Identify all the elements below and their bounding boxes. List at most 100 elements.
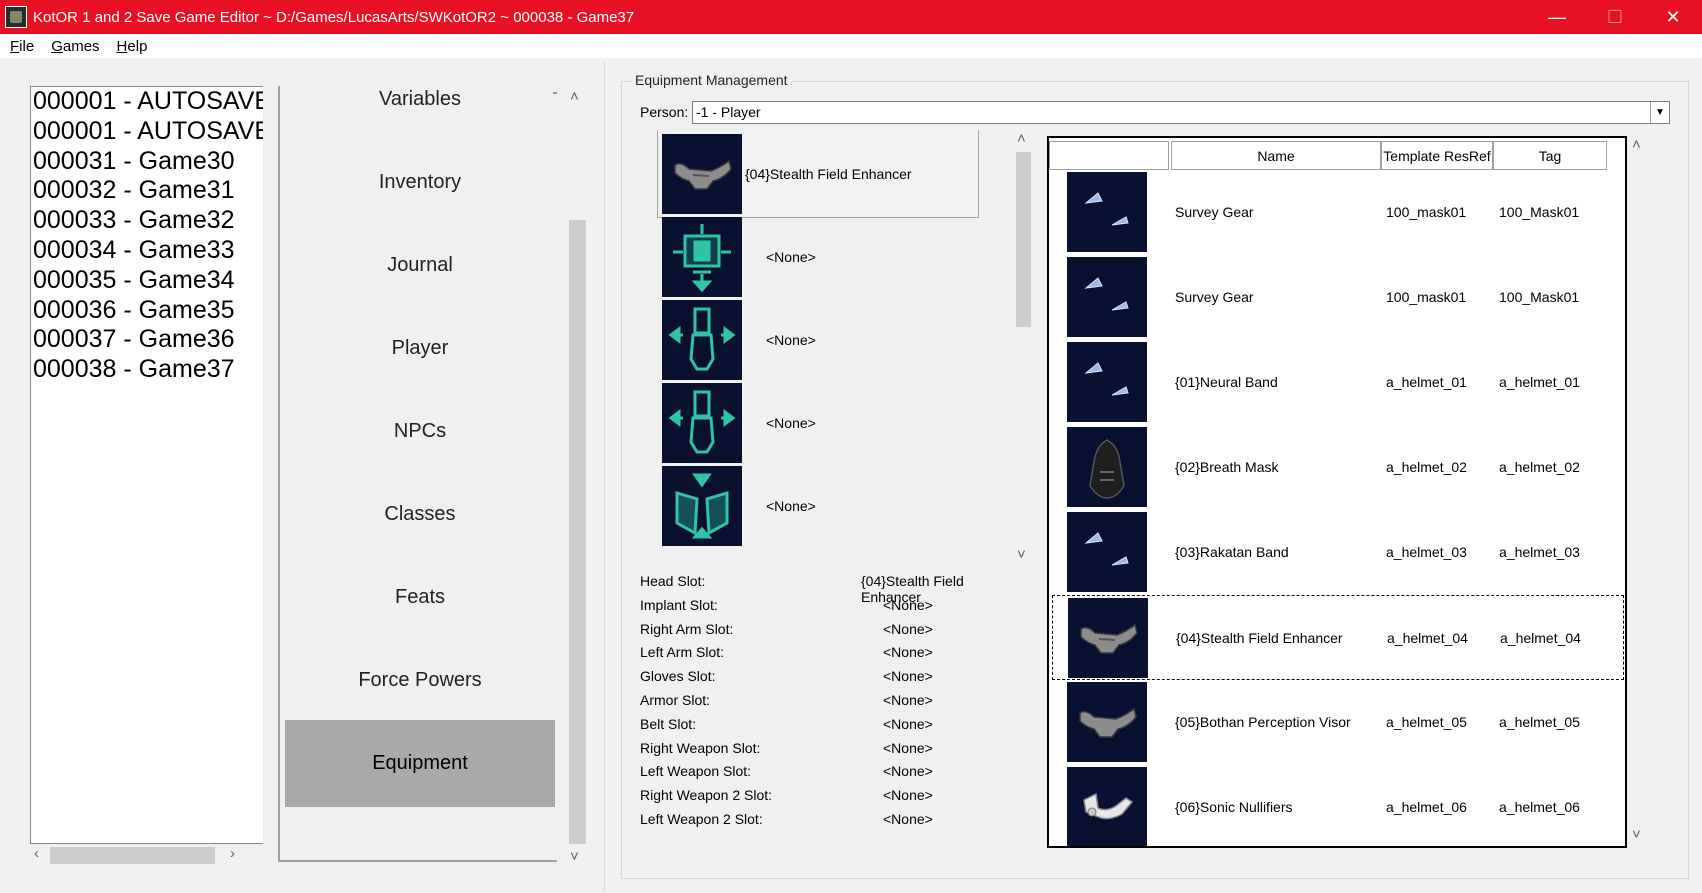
column-header-icon[interactable]: [1049, 141, 1169, 170]
nav-item-inventory[interactable]: Inventory: [285, 139, 555, 226]
save-list-item[interactable]: 000036 - Game35: [31, 296, 263, 326]
items-grid[interactable]: Name Template ResRef Tag Survey Gear 100_ma…: [1047, 136, 1627, 848]
scroll-down-icon[interactable]: ˅: [570, 848, 579, 865]
table-row[interactable]: {06}Sonic Nullifiers a_helmet_06 a_helmet_…: [1049, 765, 1625, 846]
menu-item-label: ile: [19, 37, 35, 55]
items-grid-scrollbar[interactable]: ˄ ˅: [1628, 136, 1648, 848]
slot-row: Right Arm Slot: <None>: [640, 618, 1020, 642]
slot-value[interactable]: <None>: [883, 668, 933, 684]
table-row[interactable]: Survey Gear 100_mask01 100_Mask01: [1049, 170, 1625, 255]
table-row[interactable]: {03}Rakatan Band a_helmet_03 a_helmet_03: [1049, 510, 1625, 595]
menu-item-accelerator: F: [10, 37, 20, 55]
column-header[interactable]: Tag: [1493, 141, 1607, 170]
table-row[interactable]: {05}Bothan Perception Visor a_helmet_05 a_…: [1049, 680, 1625, 765]
minimize-button[interactable]: —: [1528, 0, 1586, 34]
slot-preview-label: <None>: [766, 332, 816, 348]
cell-tag: a_helmet_05: [1499, 714, 1580, 730]
save-list-item[interactable]: 000034 - Game33: [31, 236, 263, 266]
chevron-down-icon[interactable]: ▼: [1650, 102, 1669, 123]
nav-item-npcs[interactable]: NPCs: [285, 388, 555, 475]
slot-preview[interactable]: {04}Stealth Field Enhancer: [657, 130, 979, 218]
person-label: Person:: [640, 104, 689, 120]
column-header[interactable]: Template ResRef: [1381, 141, 1493, 170]
slot-preview[interactable]: <None>: [662, 464, 982, 548]
nav-item-classes[interactable]: Classes: [285, 471, 555, 558]
implant-slot-icon: [662, 217, 742, 297]
person-value: -1 - Player: [696, 104, 761, 120]
save-list-item[interactable]: 000033 - Game32: [31, 206, 263, 236]
scroll-up-icon[interactable]: ˄: [570, 88, 579, 105]
save-list-item[interactable]: 000001 - AUTOSAVE: [31, 117, 263, 147]
menu-item-label: elp: [127, 37, 148, 55]
menu-item[interactable]: Help: [117, 38, 148, 55]
slot-value[interactable]: <None>: [883, 716, 933, 732]
cell-name: {04}Stealth Field Enhancer: [1176, 630, 1343, 646]
slot-value[interactable]: <None>: [883, 763, 933, 779]
save-list[interactable]: 000001 - AUTOSAVE 000001 - AUTOSAVE 000031…: [30, 86, 263, 844]
slot-preview[interactable]: <None>: [662, 381, 982, 465]
person-dropdown[interactable]: -1 - Player ▼: [692, 101, 1670, 124]
scroll-right-icon[interactable]: ›: [230, 845, 235, 862]
rakatan-band-icon: [1067, 512, 1147, 592]
slot-value[interactable]: <None>: [883, 644, 933, 660]
slot-value[interactable]: <None>: [883, 597, 933, 613]
slot-value[interactable]: <None>: [883, 621, 933, 637]
nav-item-equipment[interactable]: Equipment: [285, 720, 555, 807]
slot-list-scrollbar[interactable]: ˄ ˅: [1013, 130, 1033, 568]
slot-preview[interactable]: <None>: [662, 215, 982, 299]
app-icon[interactable]: [5, 6, 27, 28]
close-button[interactable]: ✕: [1644, 0, 1702, 34]
scroll-down-icon[interactable]: ˅: [1017, 546, 1026, 563]
table-row[interactable]: Survey Gear 100_mask01 100_Mask01: [1049, 255, 1625, 340]
table-row[interactable]: {02}Breath Mask a_helmet_02 a_helmet_02: [1049, 425, 1625, 510]
cell-resref: 100_mask01: [1386, 204, 1467, 220]
nav-item-journal[interactable]: Journal: [285, 222, 555, 309]
survey-gear-icon: [1067, 172, 1147, 252]
cell-tag: a_helmet_03: [1499, 544, 1580, 560]
slot-row: Right Weapon 2 Slot: <None>: [640, 784, 1020, 808]
save-list-item[interactable]: 000037 - Game36: [31, 325, 263, 355]
slot-value[interactable]: <None>: [883, 740, 933, 756]
nav-vertical-scrollbar[interactable]: ˄ ˅: [566, 86, 588, 868]
save-list-horizontal-scrollbar[interactable]: ‹ ›: [30, 844, 263, 866]
menu-item[interactable]: File: [10, 38, 34, 55]
scroll-left-icon[interactable]: ‹: [34, 845, 39, 862]
cell-tag: a_helmet_06: [1499, 799, 1580, 815]
nav-item-variables[interactable]: Variables: [285, 86, 555, 143]
column-header[interactable]: Name: [1171, 141, 1381, 170]
section-nav-panel: – VariablesInventoryJournalPlayerNPCsCla…: [278, 86, 557, 862]
save-list-item[interactable]: 000038 - Game37: [31, 355, 263, 385]
slot-row: Left Weapon 2 Slot: <None>: [640, 808, 1020, 832]
nav-item-player[interactable]: Player: [285, 305, 555, 392]
slot-preview-list[interactable]: {04}Stealth Field Enhancer <None> <None> <N…: [657, 130, 1015, 568]
nav-item-force-powers[interactable]: Force Powers: [285, 637, 555, 724]
neural-band-icon: [1067, 342, 1147, 422]
save-list-item[interactable]: 000032 - Game31: [31, 176, 263, 206]
save-list-item[interactable]: 000001 - AUTOSAVE: [31, 87, 263, 117]
slot-preview-label: <None>: [766, 415, 816, 431]
scroll-thumb[interactable]: [569, 220, 586, 844]
menu-item-accelerator: H: [116, 37, 128, 55]
scroll-up-icon[interactable]: ˄: [1017, 130, 1026, 147]
slot-row: Head Slot: {04}Stealth Field Enhancer: [640, 570, 1020, 605]
slot-row: Belt Slot: <None>: [640, 713, 1020, 737]
scroll-thumb[interactable]: [50, 847, 215, 864]
maximize-button[interactable]: ☐: [1586, 0, 1644, 34]
slot-name: Gloves Slot:: [640, 668, 716, 685]
slot-value[interactable]: <None>: [883, 692, 933, 708]
window-title: KotOR 1 and 2 Save Game Editor ~ D:/Game…: [33, 8, 635, 26]
scroll-down-icon[interactable]: ˅: [1632, 826, 1641, 843]
table-row[interactable]: {04}Stealth Field Enhancer a_helmet_04 a_h…: [1052, 595, 1624, 680]
scroll-thumb[interactable]: [1016, 152, 1031, 327]
cell-resref: a_helmet_04: [1387, 630, 1468, 646]
slot-preview[interactable]: <None>: [662, 298, 982, 382]
scroll-up-icon[interactable]: ˄: [1632, 136, 1641, 153]
table-row[interactable]: {01}Neural Band a_helmet_01 a_helmet_01: [1049, 340, 1625, 425]
save-list-item[interactable]: 000031 - Game30: [31, 147, 263, 177]
slot-value[interactable]: <None>: [883, 787, 933, 803]
save-list-item[interactable]: 000035 - Game34: [31, 266, 263, 296]
right-arm-slot-icon: [662, 300, 742, 380]
nav-item-feats[interactable]: Feats: [285, 554, 555, 641]
slot-value[interactable]: <None>: [883, 811, 933, 827]
menu-item[interactable]: Games: [51, 38, 99, 55]
